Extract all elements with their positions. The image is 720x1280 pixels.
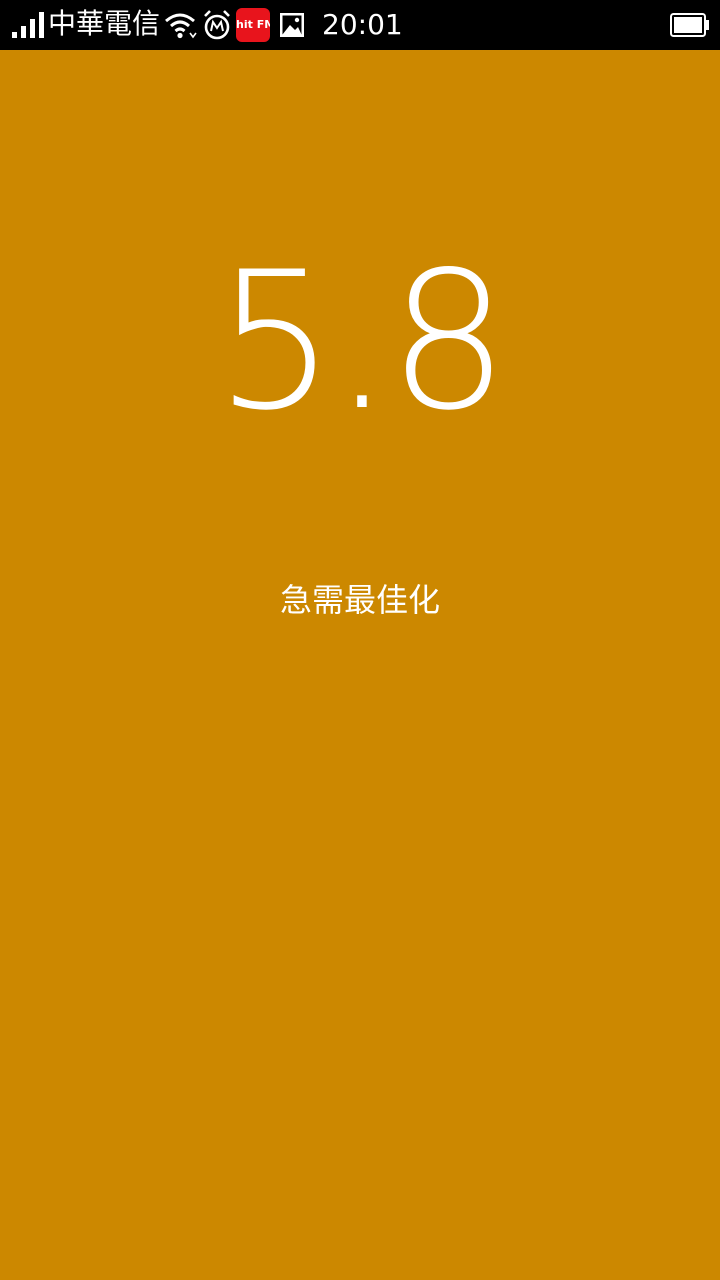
app-badge-label: hit FM (236, 18, 270, 31)
optimization-status-text: 急需最佳化 (279, 581, 440, 619)
carrier-name: 中華電信 (48, 7, 161, 40)
signal-icon (12, 12, 44, 38)
performance-score: 5.8 (214, 231, 509, 452)
gallery-icon (280, 13, 304, 37)
app-notification-icon: hit FM (236, 8, 270, 42)
wifi-icon (165, 13, 197, 39)
alarm-icon (204, 10, 230, 40)
status-time: 20:01 (322, 8, 403, 41)
app-screen: 中華電信 hit FM 20:01 5.8 急需最佳化 (0, 0, 720, 1280)
status-bar: 中華電信 hit FM 20:01 (0, 0, 720, 50)
battery-icon (670, 13, 709, 37)
